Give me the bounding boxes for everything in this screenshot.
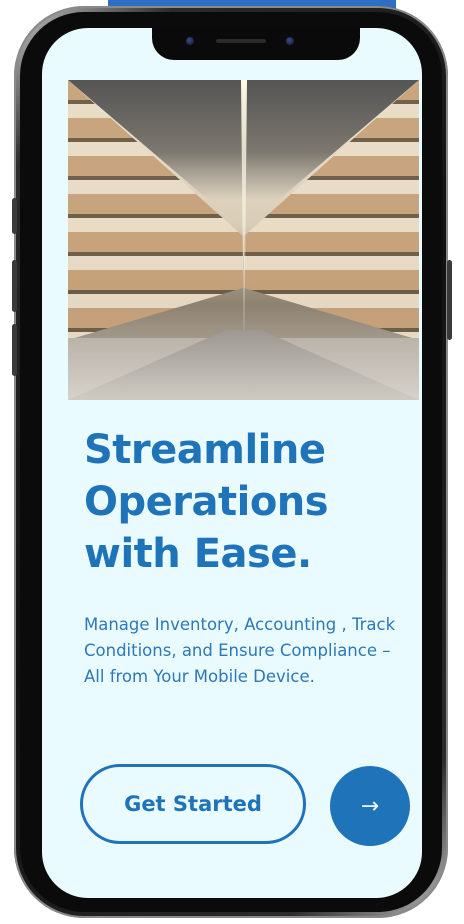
side-button-volume-up — [12, 260, 17, 312]
side-button-power — [447, 260, 452, 340]
next-button[interactable]: → — [330, 766, 410, 846]
sensor-icon — [286, 37, 294, 45]
front-camera-icon — [186, 37, 194, 45]
notch — [152, 28, 360, 60]
subheading-text: Manage Inventory, Accounting , Track Con… — [84, 615, 396, 686]
speaker-grille — [216, 39, 266, 43]
headline-line-2: Operations — [84, 479, 329, 525]
side-button-volume-down — [12, 324, 17, 376]
arrow-right-icon: → — [360, 793, 380, 819]
side-button-silent — [12, 198, 17, 234]
headline-line-3: with Ease. — [84, 531, 312, 577]
headline-line-1: Streamline — [84, 427, 326, 473]
warehouse-hero-image — [68, 80, 419, 400]
headline: Streamline Operations with Ease. — [84, 424, 404, 580]
get-started-button[interactable]: Get Started — [80, 764, 306, 844]
